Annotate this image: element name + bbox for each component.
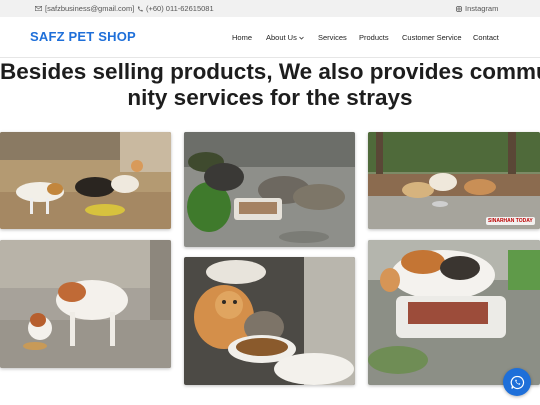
email-text: [safzbusiness@gmail.com]: [45, 4, 135, 13]
main-navbar: SAFZ PET SHOP Home About Us Services Pro…: [0, 17, 540, 58]
section-heading: Besides selling products, We also provid…: [0, 58, 540, 112]
nav-contact[interactable]: Contact: [473, 33, 499, 42]
nav-products[interactable]: Products: [359, 33, 389, 42]
stray-photo-kittens-bowls: [184, 257, 355, 385]
stray-photo-kittens-tray: [184, 132, 355, 247]
phone-link[interactable]: (+60) 011-62615081: [137, 4, 214, 13]
top-contact-bar: [safzbusiness@gmail.com] (+60) 011-62615…: [0, 0, 540, 17]
instagram-icon: [456, 5, 462, 12]
instagram-link[interactable]: Instagram: [456, 4, 498, 13]
nav-about-label: About Us: [266, 33, 297, 42]
stray-photo-dogs-eating: [0, 132, 171, 229]
whatsapp-icon: [510, 375, 524, 389]
stray-photo-dogs-roadside: [368, 132, 540, 229]
instagram-text: Instagram: [465, 4, 499, 13]
nav-services-label: Services: [318, 33, 347, 42]
nav-customer-service[interactable]: Customer Service: [402, 33, 462, 42]
nav-home[interactable]: Home: [232, 33, 252, 42]
photo-watermark: SINARHAN TODAY: [486, 217, 535, 225]
nav-about[interactable]: About Us: [266, 33, 304, 42]
phone-text: (+60) 011-62615081: [146, 4, 214, 13]
nav-home-label: Home: [232, 33, 253, 42]
stray-photo-calico-cat: [368, 240, 540, 385]
phone-icon: [137, 6, 143, 11]
whatsapp-button[interactable]: [503, 368, 531, 396]
email-link[interactable]: [safzbusiness@gmail.com]: [35, 4, 134, 13]
heading-line-1: Besides selling products, We also provid…: [0, 59, 540, 84]
nav-products-label: Products: [359, 33, 389, 42]
nav-services[interactable]: Services: [318, 33, 347, 42]
stray-photo-dog-pavement: [0, 240, 171, 368]
envelope-icon: [35, 6, 42, 11]
nav-customer-service-label: Customer Service: [402, 33, 462, 42]
heading-line-2: nity services for the strays: [127, 85, 413, 110]
site-logo[interactable]: SAFZ PET SHOP: [30, 29, 136, 44]
nav-contact-label: Contact: [473, 33, 499, 42]
chevron-down-icon: [299, 36, 304, 40]
